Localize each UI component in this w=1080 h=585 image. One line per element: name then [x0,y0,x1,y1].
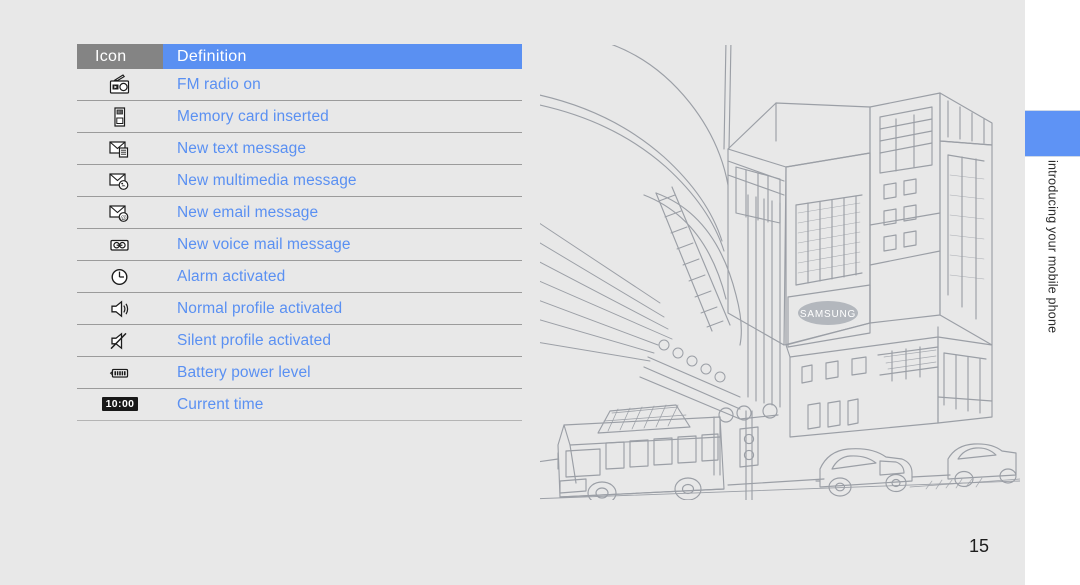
table-header-row: Icon Definition [77,44,522,69]
svg-text:@: @ [120,214,127,222]
icon-cell [77,260,163,293]
table-row: Memory card inserted [77,100,522,133]
icon-cell [77,324,163,357]
status-icon-table: Icon Definition FM radio on Memory card … [77,44,522,421]
definition-cell: New email message [163,196,522,229]
table-row: New text message [77,132,522,165]
memory-card-icon [107,105,133,129]
manual-page: Icon Definition FM radio on Memory card … [0,0,1025,585]
icon-cell: @ [77,196,163,229]
icon-cell [77,69,163,101]
speaker-normal-icon [107,297,133,321]
icon-cell [77,164,163,197]
new-text-message-icon [107,137,133,161]
table-row: Normal profile activated [77,292,522,325]
icon-cell [77,292,163,325]
table-row: 10:00 Current time [77,388,522,421]
definition-cell: Normal profile activated [163,292,522,325]
fm-radio-icon [107,73,133,97]
definition-cell: Battery power level [163,356,522,389]
column-header-icon: Icon [77,44,163,69]
icon-cell [77,132,163,165]
definition-cell: New multimedia message [163,164,522,197]
table-row: New multimedia message [77,164,522,197]
definition-cell: New text message [163,132,522,165]
samsung-sign-text: SAMSUNG [800,309,856,320]
chapter-tab [1025,110,1080,157]
table-row: @ New email message [77,196,522,229]
new-voice-mail-icon [107,233,133,257]
chapter-label: introducing your mobile phone [1025,160,1080,400]
definition-cell: Alarm activated [163,260,522,293]
city-street-line-drawing: SAMSUNG [540,45,1020,500]
chapter-label-text: introducing your mobile phone [1045,160,1060,334]
icon-cell [77,100,163,133]
speaker-muted-icon [107,329,133,353]
table-row: New voice mail message [77,228,522,261]
definition-cell: Memory card inserted [163,100,522,133]
new-email-message-icon: @ [107,201,133,225]
definition-cell: New voice mail message [163,228,522,261]
column-header-definition: Definition [163,44,522,69]
table-row: Silent profile activated [77,324,522,357]
table-row: Battery power level [77,356,522,389]
definition-cell: FM radio on [163,69,522,101]
icon-cell [77,356,163,389]
page-number: 15 [968,536,989,556]
table-row: Alarm activated [77,260,522,293]
clock-time-badge: 10:00 [101,397,139,412]
alarm-clock-icon [107,265,133,289]
battery-icon [107,361,133,385]
icon-cell: 10:00 [77,388,163,421]
definition-cell: Silent profile activated [163,324,522,357]
table-row: FM radio on [77,69,522,101]
new-multimedia-message-icon [107,169,133,193]
definition-cell: Current time [163,388,522,421]
icon-cell [77,228,163,261]
